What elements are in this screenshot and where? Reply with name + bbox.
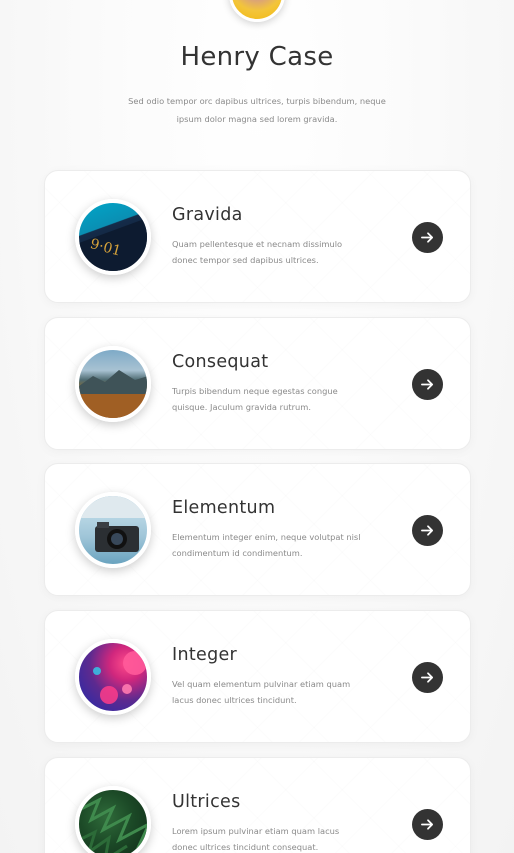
profile-page: Henry Case Sed odio tempor orc dapibus u… [0, 0, 514, 853]
card-text: Turpis bibendum neque egestas congue qui… [172, 386, 338, 412]
link-card-ultrices[interactable]: Ultrices Lorem ipsum pulvinar etiam quam… [44, 757, 471, 853]
arrow-right-icon [421, 232, 434, 243]
card-title: Elementum [172, 498, 276, 518]
arrow-right-icon [421, 819, 434, 830]
link-card-elementum[interactable]: Elementum Elementum integer enim, neque … [44, 463, 471, 596]
arrow-button[interactable] [412, 222, 443, 253]
card-text: Quam pellentesque et necnam dissimulo do… [172, 239, 343, 265]
card-title: Consequat [172, 352, 269, 372]
arrow-button[interactable] [412, 662, 443, 693]
arrow-right-icon [421, 525, 434, 536]
card-text: Vel quam elementum pulvinar etiam quam l… [172, 679, 351, 705]
profile-name: Henry Case [180, 42, 334, 72]
pine-tree-image [75, 786, 151, 853]
card-text: Lorem ipsum pulvinar etiam quam lacus do… [172, 826, 340, 852]
card-title: Ultrices [172, 792, 241, 812]
arrow-button[interactable] [412, 369, 443, 400]
card-title: Integer [172, 645, 238, 665]
notebook-image: 9·01 [75, 199, 151, 275]
arrow-button[interactable] [412, 515, 443, 546]
card-text: Elementum integer enim, neque volutpat n… [172, 532, 361, 558]
arrow-button[interactable] [412, 809, 443, 840]
profile-bio: Sed odio tempor orc dapibus ultrices, tu… [128, 96, 386, 124]
arrow-right-icon [421, 379, 434, 390]
card-title: Gravida [172, 205, 243, 225]
landscape-image [75, 346, 151, 422]
link-card-gravida[interactable]: 9·01 Gravida Quam pellentesque et necnam… [44, 170, 471, 303]
arrow-right-icon [421, 672, 434, 683]
avatar [229, 0, 285, 22]
link-card-consequat[interactable]: Consequat Turpis bibendum neque egestas … [44, 317, 471, 450]
link-card-integer[interactable]: Integer Vel quam elementum pulvinar etia… [44, 610, 471, 743]
camera-image [75, 492, 151, 568]
abstract-bubbles-image [75, 639, 151, 715]
